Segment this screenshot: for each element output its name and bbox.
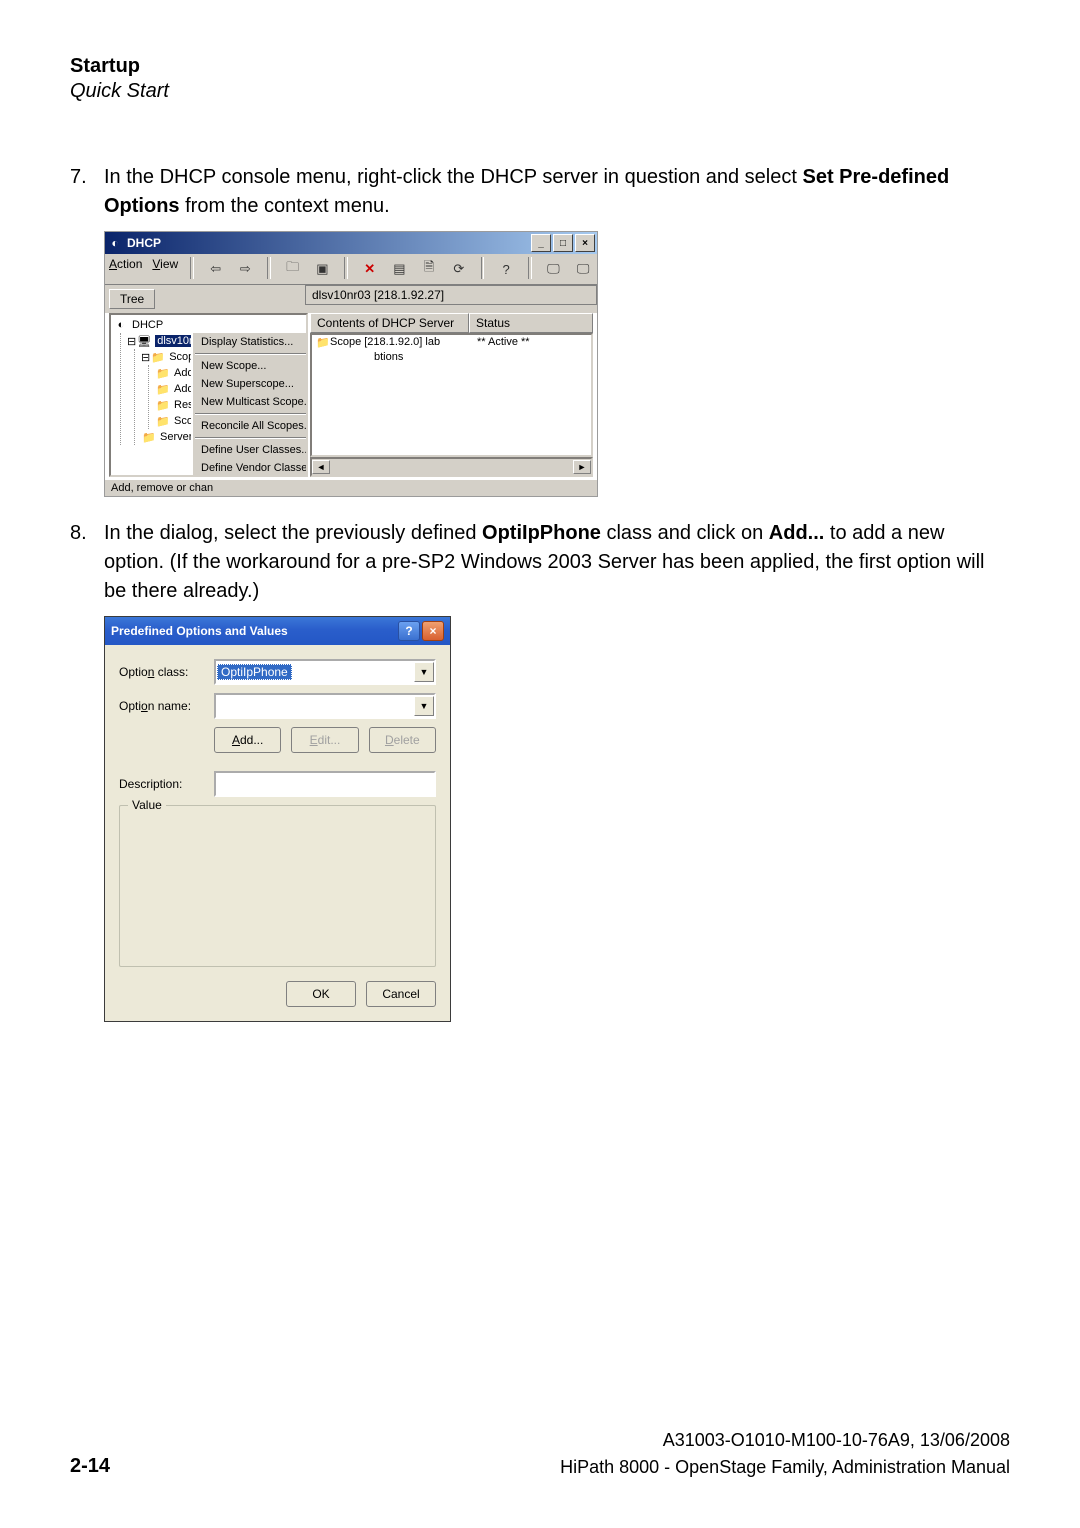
dialog-titlebar: Predefined Options and Values ? × xyxy=(105,617,450,645)
toolbar-icon-2[interactable]: 🗎 xyxy=(419,257,439,281)
folder-icon: 📁 xyxy=(155,398,171,412)
step-8-text: In the dialog, select the previously def… xyxy=(104,519,1010,606)
ctx-new-multicast[interactable]: New Multicast Scope... xyxy=(193,393,308,411)
window-titlebar: ◐ DHCP _ □ × xyxy=(105,232,597,254)
delete-icon[interactable]: ✕ xyxy=(360,257,380,281)
minimize-button[interactable]: _ xyxy=(531,234,551,252)
status-bar: Add, remove or chan xyxy=(105,479,597,496)
menu-bar: Action View ⇦ ⇨ 🗀 ▣ ✕ ▤ 🗎 ⟳ ? 🖵 🖵 xyxy=(105,254,597,285)
list-row-options[interactable]: btions xyxy=(374,351,403,363)
page-footer: A31003-O1010-M100-10-76A9, 13/06/2008 2-… xyxy=(70,1430,1010,1478)
context-menu: Display Statistics... New Scope... New S… xyxy=(191,331,308,477)
right-pane-label: dlsv10nr03 [218.1.92.27] xyxy=(305,285,597,305)
maximize-button[interactable]: □ xyxy=(553,234,573,252)
list-row-status: ** Active ** xyxy=(477,336,587,349)
app-icon: ◐ xyxy=(107,235,123,251)
page-header-subtitle: Quick Start xyxy=(70,80,1010,103)
back-button[interactable]: ⇦ xyxy=(206,257,226,281)
folder-icon: 📁 xyxy=(155,366,171,380)
predefined-options-dialog: Predefined Options and Values ? × Option… xyxy=(104,616,451,1022)
window-title: DHCP xyxy=(127,236,161,250)
folder-icon: 📁 xyxy=(155,414,171,428)
dhcp-console-screenshot: ◐ DHCP _ □ × Action View ⇦ ⇨ 🗀 ▣ ✕ ▤ 🗎 ⟳… xyxy=(104,231,598,497)
col-contents[interactable]: Contents of DHCP Server xyxy=(310,313,469,333)
folder-icon: 📁 xyxy=(150,350,166,364)
tree-tab[interactable]: Tree xyxy=(109,289,155,309)
page-number: 2-14 xyxy=(70,1455,110,1478)
step-8-bold1: OptiIpPhone xyxy=(482,522,601,544)
footer-line1: A31003-O1010-M100-10-76A9, 13/06/2008 xyxy=(70,1430,1010,1451)
ok-button[interactable]: OK xyxy=(286,981,356,1007)
list-row-scope[interactable]: Scope [218.1.92.0] lab xyxy=(330,336,477,349)
delete-button[interactable]: Delete xyxy=(369,727,436,753)
ctx-display-statistics[interactable]: Display Statistics... xyxy=(193,333,308,351)
value-groupbox: Value xyxy=(119,805,436,967)
monitor-icon[interactable]: 🖵 xyxy=(544,257,564,281)
monitor-icon-2[interactable]: 🖵 xyxy=(573,257,593,281)
horizontal-scrollbar[interactable]: ◄ ► xyxy=(310,457,593,477)
step-7-part2: from the context menu. xyxy=(180,195,390,217)
close-button[interactable]: × xyxy=(422,621,444,641)
scope-item-icon: 📁 xyxy=(316,336,330,349)
label-option-name: Option name: xyxy=(119,699,214,713)
cancel-button[interactable]: Cancel xyxy=(366,981,436,1007)
step-8-part1: In the dialog, select the previously def… xyxy=(104,522,482,544)
step-8-number: 8. xyxy=(70,519,104,606)
description-input[interactable] xyxy=(214,771,436,797)
help-icon[interactable]: ? xyxy=(496,257,516,281)
option-name-combobox[interactable]: ▼ xyxy=(214,693,436,719)
folder-icon: 📁 xyxy=(141,430,157,444)
menu-action[interactable]: Action xyxy=(109,257,142,281)
step-7-number: 7. xyxy=(70,163,104,221)
option-class-value: OptiIpPhone xyxy=(217,664,292,680)
ctx-reconcile[interactable]: Reconcile All Scopes... xyxy=(193,417,308,435)
edit-button[interactable]: Edit... xyxy=(291,727,358,753)
footer-line2: HiPath 8000 - OpenStage Family, Administ… xyxy=(560,1457,1010,1478)
step-7-text: In the DHCP console menu, right-click th… xyxy=(104,163,1010,221)
props-icon[interactable]: ▤ xyxy=(390,257,410,281)
add-button[interactable]: Add... xyxy=(214,727,281,753)
list-header: Contents of DHCP Server Status xyxy=(310,313,593,333)
help-button[interactable]: ? xyxy=(398,621,420,641)
ctx-new-scope[interactable]: New Scope... xyxy=(193,357,308,375)
groupbox-legend: Value xyxy=(128,798,166,812)
list-body[interactable]: 📁 Scope [218.1.92.0] lab ** Active ** bt… xyxy=(310,333,593,457)
server-icon: 🖥 xyxy=(136,334,152,348)
close-button[interactable]: × xyxy=(575,234,595,252)
label-option-class: Option class: xyxy=(119,665,214,679)
step-8-bold2: Add... xyxy=(769,522,825,544)
forward-button[interactable]: ⇨ xyxy=(236,257,256,281)
dropdown-arrow-icon[interactable]: ▼ xyxy=(414,696,434,716)
menu-view[interactable]: View xyxy=(152,257,178,281)
col-status[interactable]: Status xyxy=(469,313,593,333)
tree-root[interactable]: DHCP xyxy=(132,319,163,331)
scroll-right-icon[interactable]: ► xyxy=(573,460,591,474)
up-icon[interactable]: 🗀 xyxy=(283,257,303,281)
dropdown-arrow-icon[interactable]: ▼ xyxy=(414,662,434,682)
refresh-icon[interactable]: ⟳ xyxy=(449,257,469,281)
label-description: Description: xyxy=(119,777,214,791)
scroll-left-icon[interactable]: ◄ xyxy=(312,460,330,474)
dialog-title: Predefined Options and Values xyxy=(111,624,288,638)
option-class-combobox[interactable]: OptiIpPhone ▼ xyxy=(214,659,436,685)
tree-pane[interactable]: ◐DHCP ⊟🖥dlsv10nr03 [218.1.92.27] ⊟📁Scope… xyxy=(109,313,308,477)
dhcp-root-icon: ◐ xyxy=(113,318,129,332)
ctx-define-vendor[interactable]: Define Vendor Classes... xyxy=(193,459,308,477)
page-header-title: Startup xyxy=(70,55,1010,78)
ctx-new-superscope[interactable]: New Superscope... xyxy=(193,375,308,393)
ctx-define-user[interactable]: Define User Classes... xyxy=(193,441,308,459)
toolbar-icon[interactable]: ▣ xyxy=(313,257,333,281)
step-7-part1: In the DHCP console menu, right-click th… xyxy=(104,166,802,188)
step-8-part2: class and click on xyxy=(601,522,769,544)
folder-icon: 📁 xyxy=(155,382,171,396)
